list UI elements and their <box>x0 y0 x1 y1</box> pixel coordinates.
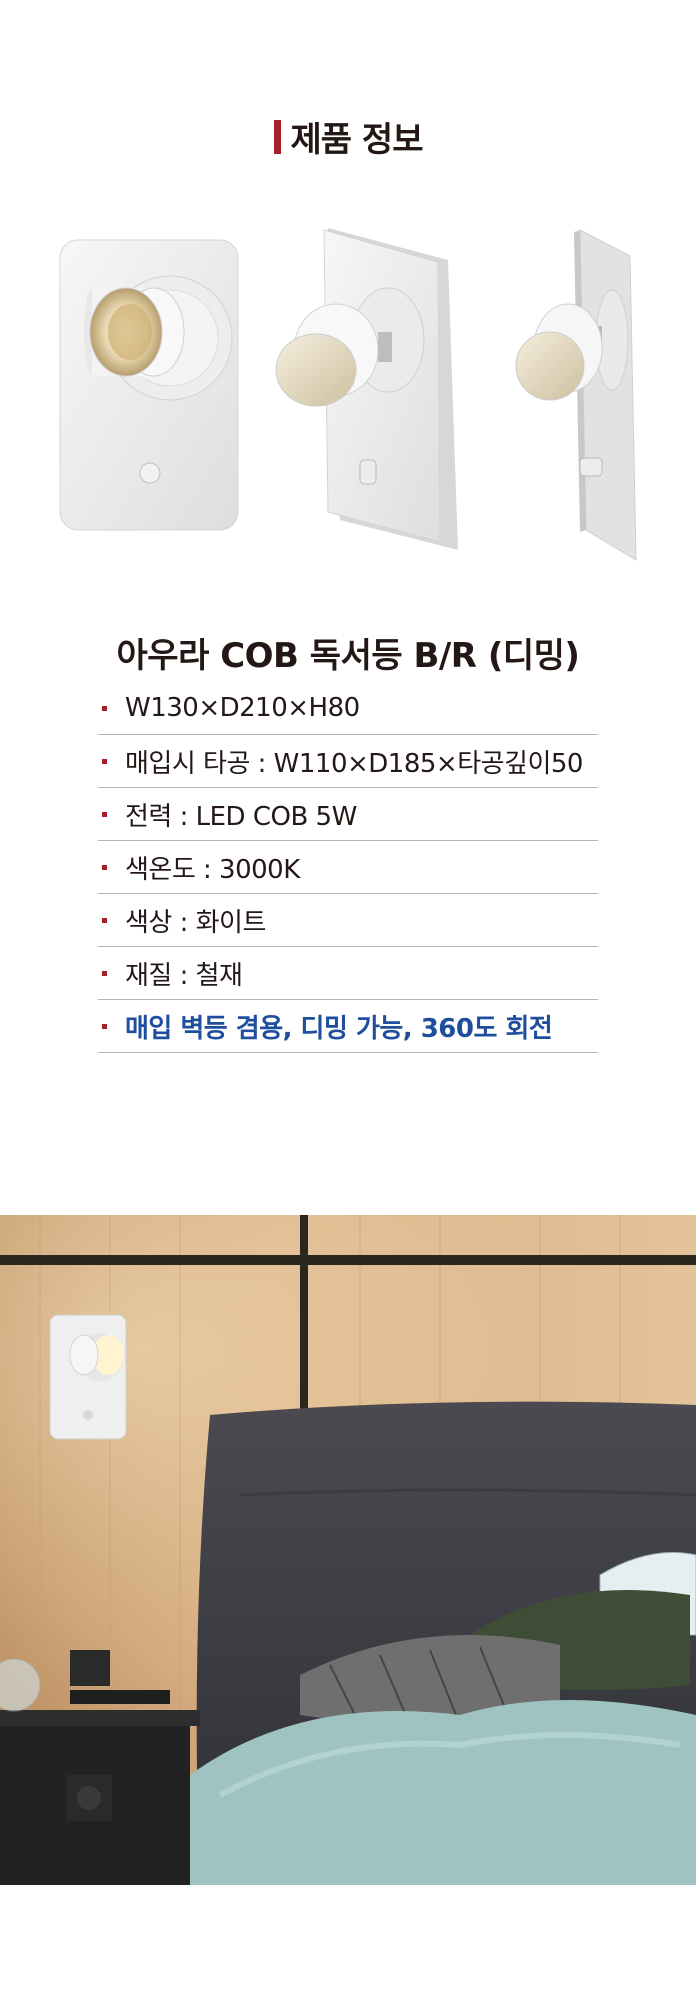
spec-text: W130×D210×H80 <box>125 693 360 723</box>
product-views-illustration <box>59 228 637 561</box>
bullet <box>102 864 107 870</box>
side-table <box>0 1710 200 1726</box>
spec-list: W130×D210×H80 매입시 타공 : W110×D185×타공깊이50 … <box>98 682 598 1053</box>
bullet <box>102 758 107 764</box>
spec-text: 색온도 : 3000K <box>125 854 300 885</box>
bullet <box>102 705 107 711</box>
spec-row-features: 매입 벽등 겸용, 디밍 가능, 360도 회전 <box>98 1000 598 1053</box>
spec-row-material: 재질 : 철재 <box>98 947 598 1000</box>
product-images <box>40 220 660 580</box>
product-angled-view <box>275 228 458 550</box>
product-side-view <box>515 229 637 561</box>
bullet <box>102 970 107 976</box>
spec-text: 재질 : 철재 <box>125 960 243 991</box>
bullet <box>102 1023 107 1029</box>
spec-row-color-temperature: 색온도 : 3000K <box>98 841 598 894</box>
header-accent-bar <box>273 119 281 154</box>
spec-text: 매입시 타공 : W110×D185×타공깊이50 <box>125 748 583 779</box>
product-name: 아우라 COB 독서등 B/R (디밍) <box>116 636 580 676</box>
spec-text: 색상 : 화이트 <box>125 907 266 938</box>
bedroom-scene-illustration <box>0 1215 696 1885</box>
spec-row-cutout: 매입시 타공 : W110×D185×타공깊이50 <box>98 735 598 788</box>
product-front-view <box>59 239 239 531</box>
light-switch <box>70 1650 110 1686</box>
spec-row-color: 색상 : 화이트 <box>98 894 598 947</box>
section-header: 제품 정보 <box>0 112 696 161</box>
section-title: 제품 정보 <box>290 120 424 160</box>
book <box>70 1690 170 1704</box>
spec-text: 전력 : LED COB 5W <box>125 801 357 832</box>
wall-lamp <box>49 1314 127 1440</box>
bullet <box>102 917 107 923</box>
bedroom-scene-image <box>0 1215 696 1885</box>
spec-row-size: W130×D210×H80 <box>98 682 598 735</box>
spec-row-power: 전력 : LED COB 5W <box>98 788 598 841</box>
spec-text: 매입 벽등 겸용, 디밍 가능, 360도 회전 <box>125 1013 553 1044</box>
bullet <box>102 811 107 817</box>
